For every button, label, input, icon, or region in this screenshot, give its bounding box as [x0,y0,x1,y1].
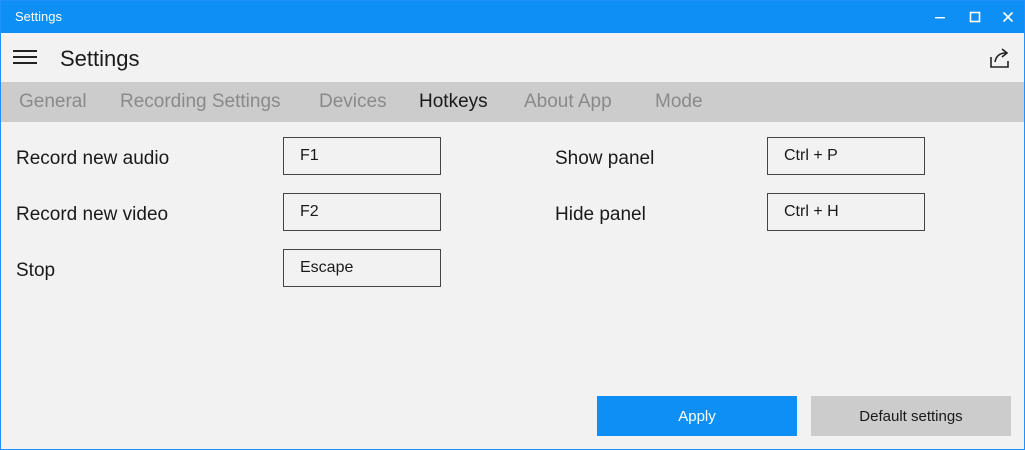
record-video-hotkey-input[interactable] [283,193,441,231]
default-settings-button[interactable]: Default settings [811,396,1011,436]
maximize-button[interactable] [958,1,992,33]
hide-panel-hotkey-input[interactable] [767,193,925,231]
record-audio-label: Record new audio [16,148,170,169]
share-icon[interactable] [987,45,1013,71]
tab-bar: General Recording Settings Devices Hotke… [1,82,1024,122]
close-button[interactable] [991,1,1024,33]
tab-recording-settings[interactable]: Recording Settings [120,91,281,113]
maximize-icon [969,11,981,23]
app-header: Settings [1,33,1024,82]
minimize-button[interactable] [923,1,957,33]
show-panel-hotkey-input[interactable] [767,137,925,175]
stop-label: Stop [16,260,56,281]
page-title: Settings [60,46,140,71]
settings-window: Settings Settings General Recording Sett… [0,0,1025,450]
hide-panel-label: Hide panel [555,204,646,225]
window-title: Settings [15,9,62,24]
stop-hotkey-input[interactable] [283,249,441,287]
tab-mode[interactable]: Mode [655,91,703,113]
tab-devices[interactable]: Devices [319,91,387,113]
tab-about-app[interactable]: About App [524,91,612,113]
apply-button[interactable]: Apply [597,396,797,436]
record-audio-hotkey-input[interactable] [283,137,441,175]
tab-general[interactable]: General [19,91,87,113]
hamburger-icon[interactable] [13,46,39,68]
close-icon [1002,11,1014,23]
tab-hotkeys[interactable]: Hotkeys [419,91,488,113]
record-video-label: Record new video [16,204,169,225]
show-panel-label: Show panel [555,148,655,169]
title-bar[interactable]: Settings [1,1,1024,33]
minimize-icon [935,17,945,19]
